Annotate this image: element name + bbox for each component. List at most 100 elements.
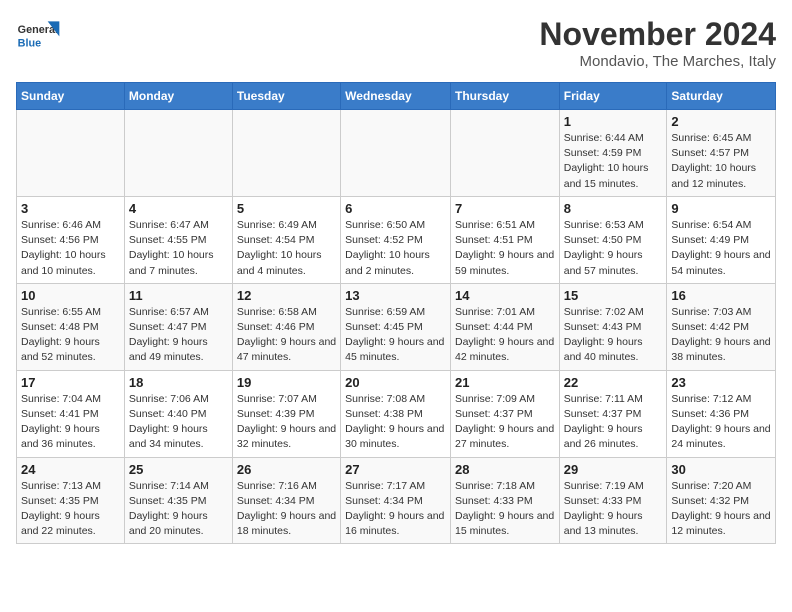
day-number: 4 xyxy=(129,201,228,216)
day-info: Sunrise: 6:54 AM Sunset: 4:49 PM Dayligh… xyxy=(671,218,771,279)
day-info: Sunrise: 7:18 AM Sunset: 4:33 PM Dayligh… xyxy=(455,479,555,540)
title-area: November 2024 Mondavio, The Marches, Ita… xyxy=(539,16,776,70)
day-number: 23 xyxy=(671,375,771,390)
calendar-cell: 11 Sunrise: 6:57 AM Sunset: 4:47 PM Dayli… xyxy=(124,283,232,370)
day-number: 11 xyxy=(129,288,228,303)
calendar-cell: 19 Sunrise: 7:07 AM Sunset: 4:39 PM Dayli… xyxy=(232,370,340,457)
calendar-cell: 2Sunrise: 6:45 AM Sunset: 4:57 PM Daylig… xyxy=(667,110,776,197)
day-number: 21 xyxy=(455,375,555,390)
day-number: 15 xyxy=(564,288,663,303)
calendar-cell: 8 Sunrise: 6:53 AM Sunset: 4:50 PM Daylig… xyxy=(559,196,667,283)
weekday-header-saturday: Saturday xyxy=(667,83,776,110)
day-number: 22 xyxy=(564,375,663,390)
day-number: 19 xyxy=(237,375,336,390)
day-number: 6 xyxy=(345,201,446,216)
calendar-cell: 7Sunrise: 6:51 AM Sunset: 4:51 PM Daylig… xyxy=(450,196,559,283)
day-info: Sunrise: 6:46 AM Sunset: 4:56 PM Dayligh… xyxy=(21,218,120,279)
day-number: 17 xyxy=(21,375,120,390)
calendar-cell: 28Sunrise: 7:18 AM Sunset: 4:33 PM Dayli… xyxy=(450,457,559,544)
day-info: Sunrise: 7:14 AM Sunset: 4:35 PM Dayligh… xyxy=(129,479,228,540)
day-info: Sunrise: 7:09 AM Sunset: 4:37 PM Dayligh… xyxy=(455,392,555,453)
calendar-cell: 12Sunrise: 6:58 AM Sunset: 4:46 PM Dayli… xyxy=(232,283,340,370)
calendar-cell: 15 Sunrise: 7:02 AM Sunset: 4:43 PM Dayli… xyxy=(559,283,667,370)
day-number: 10 xyxy=(21,288,120,303)
day-number: 27 xyxy=(345,462,446,477)
day-number: 16 xyxy=(671,288,771,303)
week-row-2: 3 Sunrise: 6:46 AM Sunset: 4:56 PM Daylig… xyxy=(17,196,776,283)
header: General Blue November 2024 Mondavio, The… xyxy=(16,16,776,70)
calendar-cell: 27 Sunrise: 7:17 AM Sunset: 4:34 PM Dayli… xyxy=(341,457,451,544)
weekday-header-friday: Friday xyxy=(559,83,667,110)
day-number: 14 xyxy=(455,288,555,303)
day-info: Sunrise: 7:01 AM Sunset: 4:44 PM Dayligh… xyxy=(455,305,555,366)
calendar-cell: 10Sunrise: 6:55 AM Sunset: 4:48 PM Dayli… xyxy=(17,283,125,370)
calendar-cell xyxy=(124,110,232,197)
day-info: Sunrise: 7:13 AM Sunset: 4:35 PM Dayligh… xyxy=(21,479,120,540)
day-number: 24 xyxy=(21,462,120,477)
calendar-cell: 6 Sunrise: 6:50 AM Sunset: 4:52 PM Daylig… xyxy=(341,196,451,283)
weekday-header-thursday: Thursday xyxy=(450,83,559,110)
calendar-cell: 29Sunrise: 7:19 AM Sunset: 4:33 PM Dayli… xyxy=(559,457,667,544)
calendar-cell xyxy=(17,110,125,197)
calendar-cell: 1 Sunrise: 6:44 AM Sunset: 4:59 PM Daylig… xyxy=(559,110,667,197)
calendar-cell: 9 Sunrise: 6:54 AM Sunset: 4:49 PM Daylig… xyxy=(667,196,776,283)
calendar-cell: 17 Sunrise: 7:04 AM Sunset: 4:41 PM Dayli… xyxy=(17,370,125,457)
weekday-header-monday: Monday xyxy=(124,83,232,110)
day-info: Sunrise: 6:44 AM Sunset: 4:59 PM Dayligh… xyxy=(564,131,663,192)
day-number: 30 xyxy=(671,462,771,477)
day-number: 2 xyxy=(671,114,771,129)
day-number: 9 xyxy=(671,201,771,216)
calendar-cell: 24 Sunrise: 7:13 AM Sunset: 4:35 PM Dayli… xyxy=(17,457,125,544)
calendar-cell: 14 Sunrise: 7:01 AM Sunset: 4:44 PM Dayli… xyxy=(450,283,559,370)
day-info: Sunrise: 7:17 AM Sunset: 4:34 PM Dayligh… xyxy=(345,479,446,540)
day-number: 8 xyxy=(564,201,663,216)
day-number: 7 xyxy=(455,201,555,216)
calendar-cell xyxy=(450,110,559,197)
location-title: Mondavio, The Marches, Italy xyxy=(539,53,776,70)
day-info: Sunrise: 6:58 AM Sunset: 4:46 PM Dayligh… xyxy=(237,305,336,366)
week-row-5: 24 Sunrise: 7:13 AM Sunset: 4:35 PM Dayli… xyxy=(17,457,776,544)
calendar-cell: 13Sunrise: 6:59 AM Sunset: 4:45 PM Dayli… xyxy=(341,283,451,370)
weekday-header-row: SundayMondayTuesdayWednesdayThursdayFrid… xyxy=(17,83,776,110)
day-info: Sunrise: 6:53 AM Sunset: 4:50 PM Dayligh… xyxy=(564,218,663,279)
day-info: Sunrise: 7:08 AM Sunset: 4:38 PM Dayligh… xyxy=(345,392,446,453)
day-info: Sunrise: 6:50 AM Sunset: 4:52 PM Dayligh… xyxy=(345,218,446,279)
day-info: Sunrise: 6:49 AM Sunset: 4:54 PM Dayligh… xyxy=(237,218,336,279)
day-number: 5 xyxy=(237,201,336,216)
day-info: Sunrise: 7:12 AM Sunset: 4:36 PM Dayligh… xyxy=(671,392,771,453)
calendar-cell: 16 Sunrise: 7:03 AM Sunset: 4:42 PM Dayli… xyxy=(667,283,776,370)
day-info: Sunrise: 7:19 AM Sunset: 4:33 PM Dayligh… xyxy=(564,479,663,540)
day-info: Sunrise: 7:16 AM Sunset: 4:34 PM Dayligh… xyxy=(237,479,336,540)
day-number: 1 xyxy=(564,114,663,129)
day-number: 20 xyxy=(345,375,446,390)
day-number: 18 xyxy=(129,375,228,390)
day-info: Sunrise: 7:02 AM Sunset: 4:43 PM Dayligh… xyxy=(564,305,663,366)
calendar-cell: 20 Sunrise: 7:08 AM Sunset: 4:38 PM Dayli… xyxy=(341,370,451,457)
week-row-4: 17 Sunrise: 7:04 AM Sunset: 4:41 PM Dayli… xyxy=(17,370,776,457)
day-info: Sunrise: 7:04 AM Sunset: 4:41 PM Dayligh… xyxy=(21,392,120,453)
calendar-cell: 18 Sunrise: 7:06 AM Sunset: 4:40 PM Dayli… xyxy=(124,370,232,457)
week-row-3: 10Sunrise: 6:55 AM Sunset: 4:48 PM Dayli… xyxy=(17,283,776,370)
day-info: Sunrise: 7:03 AM Sunset: 4:42 PM Dayligh… xyxy=(671,305,771,366)
day-number: 3 xyxy=(21,201,120,216)
day-info: Sunrise: 7:06 AM Sunset: 4:40 PM Dayligh… xyxy=(129,392,228,453)
day-info: Sunrise: 6:57 AM Sunset: 4:47 PM Dayligh… xyxy=(129,305,228,366)
weekday-header-wednesday: Wednesday xyxy=(341,83,451,110)
day-info: Sunrise: 7:07 AM Sunset: 4:39 PM Dayligh… xyxy=(237,392,336,453)
day-info: Sunrise: 7:20 AM Sunset: 4:32 PM Dayligh… xyxy=(671,479,771,540)
week-row-1: 1 Sunrise: 6:44 AM Sunset: 4:59 PM Daylig… xyxy=(17,110,776,197)
calendar-cell xyxy=(232,110,340,197)
calendar-cell: 23 Sunrise: 7:12 AM Sunset: 4:36 PM Dayli… xyxy=(667,370,776,457)
logo-svg: General Blue xyxy=(16,16,66,60)
svg-text:Blue: Blue xyxy=(18,37,41,49)
calendar-cell: 25Sunrise: 7:14 AM Sunset: 4:35 PM Dayli… xyxy=(124,457,232,544)
logo: General Blue xyxy=(16,16,66,60)
day-info: Sunrise: 6:47 AM Sunset: 4:55 PM Dayligh… xyxy=(129,218,228,279)
calendar-cell: 4 Sunrise: 6:47 AM Sunset: 4:55 PM Daylig… xyxy=(124,196,232,283)
day-info: Sunrise: 7:11 AM Sunset: 4:37 PM Dayligh… xyxy=(564,392,663,453)
weekday-header-tuesday: Tuesday xyxy=(232,83,340,110)
calendar-cell: 22 Sunrise: 7:11 AM Sunset: 4:37 PM Dayli… xyxy=(559,370,667,457)
calendar-cell: 5 Sunrise: 6:49 AM Sunset: 4:54 PM Daylig… xyxy=(232,196,340,283)
day-number: 13 xyxy=(345,288,446,303)
calendar-cell xyxy=(341,110,451,197)
